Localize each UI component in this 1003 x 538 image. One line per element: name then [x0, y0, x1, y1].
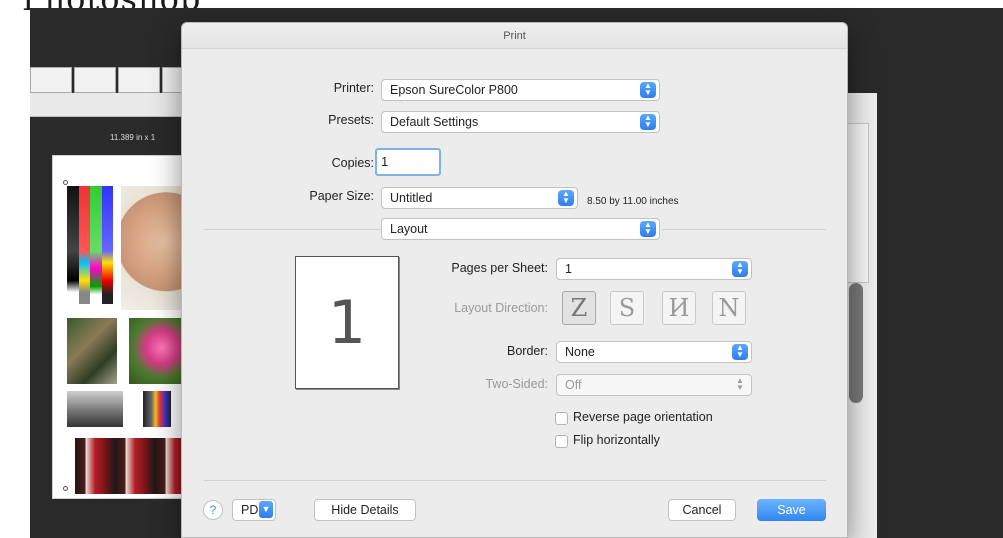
- layout-direction-reverse-n-button[interactable]: И: [662, 291, 696, 325]
- pages-per-sheet-value: 1: [565, 262, 572, 276]
- paper-size-select[interactable]: Untitled ▲ ▼: [381, 187, 578, 209]
- two-sided-label: Two-Sided:: [485, 377, 548, 391]
- printer-select[interactable]: Epson SureColor P800 ▲ ▼: [381, 79, 660, 101]
- reverse-orientation-checkbox[interactable]: [555, 412, 568, 425]
- color-bars-image: [67, 186, 113, 304]
- document-size-label: 11.389 in x 1: [110, 133, 156, 142]
- presets-value: Default Settings: [390, 115, 479, 129]
- panel-box: [847, 123, 869, 283]
- chevron-updown-icon: ▲ ▼: [640, 221, 656, 237]
- graffiti-photo: [67, 318, 117, 384]
- chevron-updown-icon: ▲ ▼: [736, 376, 744, 392]
- chevron-updown-icon: ▲ ▼: [732, 261, 748, 277]
- layout-direction-z-button[interactable]: Z: [562, 291, 596, 325]
- section-divider: [662, 229, 826, 230]
- section-value: Layout: [390, 222, 428, 236]
- toolbar-button[interactable]: [30, 67, 72, 93]
- hide-details-button[interactable]: Hide Details: [314, 499, 416, 521]
- border-label: Border:: [507, 344, 548, 358]
- layout-direction-label: Layout Direction:: [454, 301, 548, 315]
- border-value: None: [565, 345, 595, 359]
- print-dialog: Print Printer: Epson SureColor P800 ▲ ▼ P…: [181, 22, 848, 538]
- copies-label: Copies:: [331, 156, 374, 170]
- scrollbar-thumb[interactable]: [849, 283, 863, 403]
- resize-handle[interactable]: [63, 180, 68, 185]
- color-chart-photo: [143, 391, 171, 427]
- presets-label: Presets:: [328, 113, 374, 127]
- chevron-updown-icon: ▲ ▼: [732, 344, 748, 360]
- printer-label: Printer:: [333, 81, 374, 95]
- dialog-title: Print: [182, 23, 847, 49]
- toolbar-button[interactable]: [118, 67, 160, 93]
- chevron-updown-icon: ▲ ▼: [640, 114, 656, 130]
- street-photo: [67, 391, 123, 427]
- chevron-down-icon: ▼: [259, 501, 273, 518]
- cancel-button[interactable]: Cancel: [668, 499, 736, 521]
- printer-value: Epson SureColor P800: [390, 83, 518, 97]
- toolbar-button[interactable]: [74, 67, 116, 93]
- paper-size-info: 8.50 by 11.00 inches: [587, 196, 679, 207]
- copies-input[interactable]: 1: [375, 148, 441, 176]
- save-button[interactable]: Save: [757, 499, 826, 521]
- paper-size-label: Paper Size:: [309, 189, 374, 203]
- pages-per-sheet-select[interactable]: 1 ▲ ▼: [556, 258, 752, 280]
- reverse-orientation-label: Reverse page orientation: [573, 410, 713, 424]
- bottom-divider: [204, 480, 826, 481]
- layout-direction-s-button[interactable]: S: [610, 291, 644, 325]
- section-divider: [204, 229, 380, 230]
- resize-handle[interactable]: [63, 486, 68, 491]
- chevron-updown-icon: ▲ ▼: [558, 190, 574, 206]
- two-sided-select[interactable]: Off ▲ ▼: [556, 374, 752, 396]
- chevron-updown-icon: ▲ ▼: [640, 82, 656, 98]
- paper-size-value: Untitled: [390, 191, 433, 205]
- page-layout-preview: 1: [295, 256, 399, 389]
- print-preview-page: [52, 155, 203, 499]
- pages-per-sheet-label: Pages per Sheet:: [451, 261, 548, 275]
- layout-direction-n-button[interactable]: N: [712, 291, 746, 325]
- border-select[interactable]: None ▲ ▼: [556, 341, 752, 363]
- two-sided-value: Off: [565, 378, 582, 392]
- presets-select[interactable]: Default Settings ▲ ▼: [381, 111, 660, 133]
- section-select[interactable]: Layout ▲ ▼: [381, 218, 660, 240]
- flip-horizontally-label: Flip horizontally: [573, 433, 660, 447]
- help-button[interactable]: ?: [203, 500, 223, 520]
- flip-horizontally-checkbox[interactable]: [555, 435, 568, 448]
- options-bar: [30, 93, 190, 117]
